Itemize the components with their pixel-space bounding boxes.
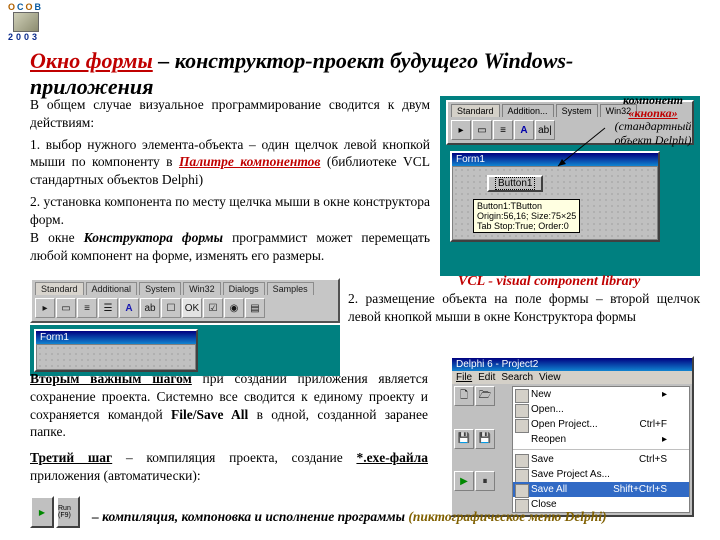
tool2-button[interactable]: OK xyxy=(182,298,202,318)
file-menu: New▸ Open... Open Project...Ctrl+F Reope… xyxy=(512,386,690,513)
tool2-radio[interactable]: ◉ xyxy=(224,298,244,318)
para-constructor: В окне Конструктора формы программист мо… xyxy=(30,229,430,265)
vcl-label: VCL - visual component library xyxy=(458,274,640,290)
mi-save-project-as[interactable]: Save Project As... xyxy=(513,467,689,482)
tool2-label[interactable]: A xyxy=(119,298,139,318)
para-step1: 1. выбор нужного элемента-объекта – один… xyxy=(30,136,430,189)
tb-open[interactable]: 🗁 xyxy=(475,386,495,406)
delphi-title: Delphi 6 - Project2 xyxy=(456,359,538,370)
tab-standard[interactable]: Standard xyxy=(451,104,500,117)
tab2-win32[interactable]: Win32 xyxy=(183,282,221,295)
tab2-standard[interactable]: Standard xyxy=(35,282,84,295)
tool-arrow[interactable]: ▸ xyxy=(451,120,471,140)
tab2-additional[interactable]: Additional xyxy=(86,282,138,295)
run-toolbar: ▶ Run (F9) xyxy=(30,496,80,528)
palette-bottom: Standard Additional System Win32 Dialogs… xyxy=(30,278,340,323)
run-button[interactable]: ▶ xyxy=(30,496,54,528)
tool2-menu[interactable]: ≡ xyxy=(77,298,97,318)
page-title: Окно формы – конструктор-проект будущего… xyxy=(30,48,694,100)
tab2-samples[interactable]: Samples xyxy=(267,282,314,295)
tool2-memo[interactable]: ☐ xyxy=(161,298,181,318)
mi-save[interactable]: SaveCtrl+S xyxy=(513,452,689,467)
mi-new[interactable]: New▸ xyxy=(513,387,689,402)
para-intro: В общем случае визуальное программирован… xyxy=(30,96,430,132)
form2-window: Form1 xyxy=(34,329,198,372)
mi-save-all[interactable]: Save AllShift+Ctrl+S xyxy=(513,482,689,497)
footer-line: – компиляция, компоновка и исполнение пр… xyxy=(92,508,692,526)
button1[interactable]: Button1 xyxy=(487,175,543,192)
para-step2: 2. установка компонента по месту щелчка … xyxy=(30,193,430,229)
run-f9-button[interactable]: Run (F9) xyxy=(56,496,80,528)
tool2-edit[interactable]: ab xyxy=(140,298,160,318)
mi-open[interactable]: Open... xyxy=(513,402,689,417)
tb-saveall[interactable]: 💾 xyxy=(475,429,495,449)
tb-new[interactable]: 🗋 xyxy=(454,386,474,406)
tool-menu[interactable]: ≡ xyxy=(493,120,513,140)
mi-open-project[interactable]: Open Project...Ctrl+F xyxy=(513,417,689,432)
tb-run[interactable]: ▶ xyxy=(454,471,474,491)
tool-frame[interactable]: ▭ xyxy=(472,120,492,140)
form1-title: Form1 xyxy=(456,154,485,165)
logo: OCOB 2003 xyxy=(8,2,43,42)
tb-save[interactable]: 💾 xyxy=(454,429,474,449)
tool-label[interactable]: A xyxy=(514,120,534,140)
para-second-step: Вторым важным шагом при создании приложе… xyxy=(30,370,428,441)
tab-additional[interactable]: Addition... xyxy=(502,104,554,117)
tab2-dialogs[interactable]: Dialogs xyxy=(223,282,265,295)
mi-reopen[interactable]: Reopen▸ xyxy=(513,432,689,447)
tool2-popup[interactable]: ☰ xyxy=(98,298,118,318)
tool2-frame[interactable]: ▭ xyxy=(56,298,76,318)
para-third-step: Третий шаг – компиляция проекта, создани… xyxy=(30,449,428,485)
tool2-check[interactable]: ☑ xyxy=(203,298,223,318)
menu-view[interactable]: View xyxy=(539,372,561,383)
tb-pause[interactable]: ⏸ xyxy=(475,471,495,491)
callout-component-button: компонент «кнопка» (стандартный объект D… xyxy=(598,94,708,147)
tab2-system[interactable]: System xyxy=(139,282,181,295)
menu-edit[interactable]: Edit xyxy=(478,372,495,383)
tab-system[interactable]: System xyxy=(556,104,598,117)
tool2-list[interactable]: ▤ xyxy=(245,298,265,318)
menu-file[interactable]: File xyxy=(456,372,472,383)
menu-search[interactable]: Search xyxy=(501,372,533,383)
tool2-arrow[interactable]: ▸ xyxy=(35,298,55,318)
para-placement: 2. размещение объекта на поле формы – вт… xyxy=(348,290,700,326)
delphi-window: Delphi 6 - Project2 File Edit Search Vie… xyxy=(450,356,694,517)
tooltip-button1: Button1:TButton Origin:56,16; Size:75×25… xyxy=(473,199,580,233)
